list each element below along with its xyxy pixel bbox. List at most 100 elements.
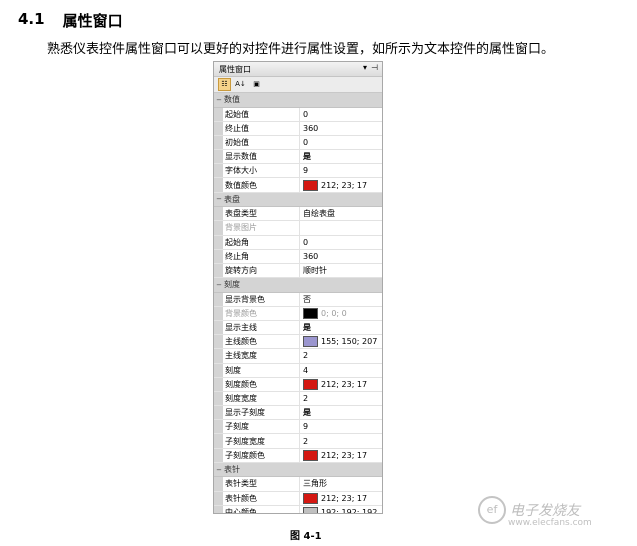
property-value[interactable]: 自绘表盘 xyxy=(300,208,382,219)
property-row[interactable]: 中心颜色 192; 192; 192 xyxy=(214,505,382,513)
property-row[interactable]: 子刻度颜色 212; 23; 17 xyxy=(214,448,382,463)
property-row[interactable]: 主线颜色 155; 150; 207 xyxy=(214,335,382,350)
property-value[interactable]: 顺时针 xyxy=(300,265,382,276)
category-header[interactable]: − 表盘 xyxy=(214,192,382,208)
property-row[interactable]: 初始值 0 xyxy=(214,135,382,151)
property-value[interactable]: 是 xyxy=(300,407,382,418)
property-value[interactable]: 155; 150; 207 xyxy=(300,336,382,348)
color-swatch[interactable] xyxy=(303,449,318,461)
property-value-text: 212; 23; 17 xyxy=(321,493,368,503)
row-gutter xyxy=(214,249,223,263)
property-value[interactable]: 2 xyxy=(300,351,382,360)
property-value[interactable]: 9 xyxy=(300,422,382,431)
row-gutter xyxy=(214,207,223,221)
property-row[interactable]: 子刻度 9 xyxy=(214,420,382,435)
property-value[interactable]: 是 xyxy=(300,151,382,162)
property-value[interactable]: 192; 192; 192 xyxy=(300,506,382,513)
property-row[interactable]: 表针颜色 212; 23; 17 xyxy=(214,491,382,506)
property-name: 起始角 xyxy=(223,235,300,249)
property-row[interactable]: 子刻度宽度 2 xyxy=(214,434,382,449)
property-row[interactable]: 起始值 0 xyxy=(214,107,382,122)
category-header[interactable]: − 表针 xyxy=(214,462,382,478)
property-name: 终止值 xyxy=(223,121,300,135)
property-value[interactable]: 212; 23; 17 xyxy=(300,449,382,461)
category-label: 表针 xyxy=(224,465,240,475)
property-row[interactable]: 终止值 360 xyxy=(214,121,382,136)
property-value-text: 360 xyxy=(303,123,319,133)
watermark-text: 电子发烧友 xyxy=(510,503,580,519)
property-value[interactable]: 212; 23; 17 xyxy=(300,378,382,390)
property-row[interactable]: 字体大小 9 xyxy=(214,164,382,179)
property-row[interactable]: 背景颜色 0; 0; 0 xyxy=(214,306,382,321)
property-name: 显示背景色 xyxy=(223,292,300,306)
property-value[interactable]: 0 xyxy=(300,138,382,147)
color-swatch[interactable] xyxy=(303,492,318,504)
row-gutter xyxy=(214,420,223,434)
property-row[interactable]: 起始角 0 xyxy=(214,235,382,250)
property-name: 子刻度颜色 xyxy=(223,448,300,462)
property-row[interactable]: 表盘类型 自绘表盘 xyxy=(214,207,382,222)
property-value-text: 2 xyxy=(303,351,309,361)
property-row[interactable]: 刻度 4 xyxy=(214,363,382,378)
property-value[interactable]: 否 xyxy=(300,294,382,305)
property-row[interactable]: 显示子刻度是 xyxy=(214,406,382,421)
property-value-text: 0 xyxy=(303,109,309,119)
property-value-text: 155; 150; 207 xyxy=(321,337,378,347)
color-swatch[interactable] xyxy=(303,179,318,191)
pin-icon[interactable]: ⊣ xyxy=(371,63,378,72)
section-title: 属性窗口 xyxy=(62,12,123,30)
collapse-icon[interactable]: − xyxy=(214,195,224,203)
collapse-icon[interactable]: − xyxy=(214,281,224,289)
color-swatch[interactable] xyxy=(303,378,318,390)
color-swatch[interactable] xyxy=(303,307,318,319)
row-gutter xyxy=(214,164,223,178)
category-header[interactable]: − 刻度 xyxy=(214,278,382,293)
property-value[interactable]: 4 xyxy=(300,366,382,375)
property-value[interactable]: 三角形 xyxy=(300,478,382,489)
property-window: 属性窗口 ▾ ⊣ ☷ A↓ ▣ − 数值 起始值 0 终止值 360 初始值 0 显示数值是字体… xyxy=(213,61,383,514)
property-row[interactable]: 显示数值是 xyxy=(214,150,382,165)
property-value[interactable]: 2 xyxy=(300,437,382,446)
property-value[interactable]: 0 xyxy=(300,238,382,247)
property-value[interactable]: 0; 0; 0 xyxy=(300,307,382,319)
property-row[interactable]: 背景图片 xyxy=(214,221,382,236)
property-row[interactable]: 旋转方向 顺时针 xyxy=(214,263,382,279)
property-value[interactable]: 9 xyxy=(300,166,382,175)
color-swatch[interactable] xyxy=(303,336,318,348)
property-row[interactable]: 主线宽度 2 xyxy=(214,349,382,364)
property-row[interactable]: 显示主线是 xyxy=(214,320,382,336)
color-swatch[interactable] xyxy=(303,506,318,513)
property-row[interactable]: 刻度颜色 212; 23; 17 xyxy=(214,377,382,392)
category-label: 数值 xyxy=(224,95,240,105)
row-gutter xyxy=(214,235,223,249)
property-value[interactable]: 是 xyxy=(300,322,382,333)
property-value-text: 9 xyxy=(303,422,309,432)
property-row[interactable]: 表针类型 三角形 xyxy=(214,477,382,492)
row-gutter xyxy=(214,320,223,335)
row-gutter xyxy=(214,263,223,278)
categorized-view-icon[interactable]: ☷ xyxy=(218,78,231,91)
property-value[interactable]: 2 xyxy=(300,394,382,403)
window-buttons[interactable]: ▾ ⊣ xyxy=(363,63,378,72)
property-row[interactable]: 刻度宽度 2 xyxy=(214,391,382,407)
category-header[interactable]: − 数值 xyxy=(214,93,382,108)
property-row[interactable]: 显示背景色否 xyxy=(214,292,382,307)
property-value[interactable]: 0 xyxy=(300,110,382,119)
collapse-icon[interactable]: − xyxy=(214,96,224,104)
property-value-text: 360 xyxy=(303,251,319,261)
property-value[interactable]: 212; 23; 17 xyxy=(300,179,382,191)
collapse-icon[interactable]: − xyxy=(214,466,224,474)
dropdown-icon[interactable]: ▾ xyxy=(363,63,367,72)
property-name: 起始值 xyxy=(223,107,300,121)
property-row[interactable]: 终止角 360 xyxy=(214,249,382,264)
alphabetical-sort-icon[interactable]: A↓ xyxy=(234,78,247,91)
property-value[interactable]: 360 xyxy=(300,124,382,133)
property-pages-icon[interactable]: ▣ xyxy=(250,78,263,91)
property-value[interactable]: 360 xyxy=(300,252,382,261)
property-row[interactable]: 数值颜色 212; 23; 17 xyxy=(214,178,382,193)
row-gutter xyxy=(214,363,223,377)
property-value-text: 212; 23; 17 xyxy=(321,180,368,190)
property-value[interactable]: 212; 23; 17 xyxy=(300,492,382,504)
watermark: ef 电子发烧友 www.elecfans.com xyxy=(478,496,592,528)
property-value-text: 三角形 xyxy=(303,479,327,489)
